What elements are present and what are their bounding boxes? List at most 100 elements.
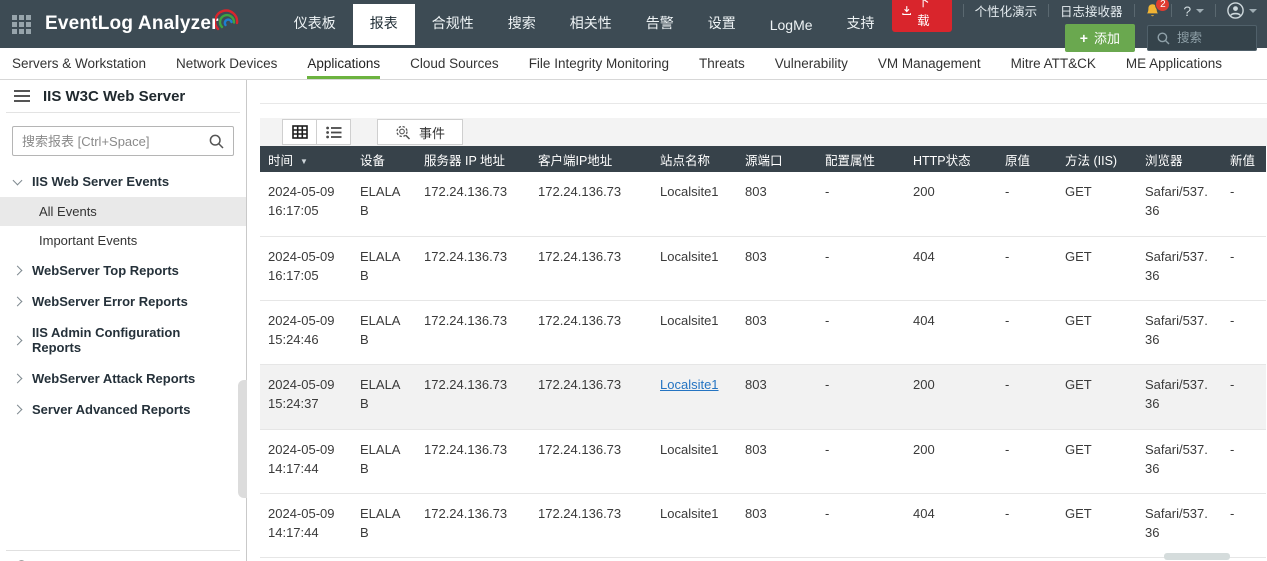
table-row[interactable]: 2024-05-09 16:17:05 ELALAB 172.24.136.73… [260,172,1266,236]
cell-port: 803 [737,301,817,365]
add-button[interactable]: + 添加 [1065,24,1135,52]
global-search-box[interactable] [1147,25,1257,51]
table-row[interactable]: 2024-05-09 16:17:05 ELALAB 172.24.136.73… [260,236,1266,300]
cell-method: GET [1057,429,1137,493]
category-threats[interactable]: Threats [699,48,745,79]
column-old-value[interactable]: 原值 [997,146,1057,172]
app-logo[interactable]: EventLog Analyzer [45,13,239,35]
tree-item-server-advanced-reports[interactable]: Server Advanced Reports [0,394,246,425]
table-view-icon [292,125,308,139]
category-network-devices[interactable]: Network Devices [176,48,277,79]
events-button[interactable]: 事件 [377,119,463,145]
chevron-down-icon [1196,9,1204,13]
nav-settings[interactable]: 设置 [691,4,753,45]
user-menu[interactable] [1227,2,1257,19]
table-row[interactable]: 2024-05-09 15:24:46 ELALAB 172.24.136.73… [260,301,1266,365]
column-source-port[interactable]: 源端口 [737,146,817,172]
nav-correlation[interactable]: 相关性 [553,4,629,45]
tree-item-iis-web-server-events[interactable]: IIS Web Server Events [0,166,246,197]
table-view-button[interactable] [282,119,317,145]
nav-logme[interactable]: LogMe [753,8,830,45]
download-button[interactable]: 下载 [892,0,952,32]
cell-time: 2024-05-09 15:24:46 [260,301,352,365]
download-icon [902,5,912,16]
hamburger-menu-icon[interactable] [14,90,30,102]
nav-dashboard[interactable]: 仪表板 [277,4,353,45]
cell-method: GET [1057,172,1137,236]
column-client-ip[interactable]: 客户端IP地址 [530,146,652,172]
personalized-demo-link[interactable]: 个性化演示 [975,1,1038,20]
category-vulnerability[interactable]: Vulnerability [775,48,848,79]
cell-http-status: 404 [905,301,997,365]
table-header: 时间▼ 设备 服务器 IP 地址 客户端IP地址 站点名称 源端口 配置属性 H… [260,146,1266,172]
tree-item-label: WebServer Top Reports [32,263,179,278]
notifications-button[interactable]: 2 [1145,3,1160,19]
column-config-attribute[interactable]: 配置属性 [817,146,905,172]
column-browser[interactable]: 浏览器 [1137,146,1222,172]
table-row[interactable]: 2024-05-09 14:17:44 ELALAB 172.24.136.73… [260,493,1266,557]
column-time[interactable]: 时间▼ [260,146,352,172]
tree-item-label: IIS Web Server Events [32,174,169,189]
nav-alerts[interactable]: 告警 [629,4,691,45]
list-view-button[interactable] [316,119,351,145]
category-vm-management[interactable]: VM Management [878,48,981,79]
nav-support[interactable]: 支持 [830,4,892,45]
column-device[interactable]: 设备 [352,146,416,172]
site-link[interactable]: Localsite1 [660,377,719,392]
scheduled-reports-link[interactable]: Scheduled Reports [0,551,246,561]
nav-reports[interactable]: 报表 [353,4,415,45]
column-server-ip[interactable]: 服务器 IP 地址 [416,146,530,172]
tree-item-webserver-error-reports[interactable]: WebServer Error Reports [0,286,246,317]
category-applications[interactable]: Applications [307,48,380,79]
report-search-input[interactable] [22,134,203,149]
app-grid-icon[interactable] [12,15,31,34]
chevron-right-icon [13,405,23,415]
tree-item-webserver-attack-reports[interactable]: WebServer Attack Reports [0,363,246,394]
cell-device: ELALAB [352,493,416,557]
nav-search[interactable]: 搜索 [491,4,553,45]
sort-desc-icon: ▼ [300,157,308,166]
table-row-highlighted[interactable]: 2024-05-09 15:24:37 ELALAB 172.24.136.73… [260,365,1266,429]
tree-item-important-events[interactable]: Important Events [0,226,246,255]
log-receiver-link[interactable]: 日志接收器 [1060,1,1123,20]
sidebar-header: IIS W3C Web Server [6,80,240,113]
global-search-input[interactable] [1177,31,1247,45]
cell-browser: Safari/537.36 [1137,493,1222,557]
cell-server-ip: 172.24.136.73 [416,365,530,429]
chevron-right-icon [13,374,23,384]
logo-swoosh-icon [215,4,239,32]
cell-browser: Safari/537.36 [1137,429,1222,493]
cell-time: 2024-05-09 16:17:05 [260,236,352,300]
tree-item-iis-admin-configuration-reports[interactable]: IIS Admin Configuration Reports [0,317,246,363]
more-categories-button[interactable] [1252,61,1267,66]
chevron-down-icon [13,175,23,185]
chevron-right-icon [13,266,23,276]
column-http-status[interactable]: HTTP状态 [905,146,997,172]
list-view-icon [326,126,342,139]
main-content: 事件 时间▼ 设备 服务器 IP 地址 客户端IP地址 站点名称 [247,80,1267,561]
nav-compliance[interactable]: 合规性 [415,4,491,45]
report-toolbar: 事件 [260,118,1267,146]
divider [963,4,964,17]
category-mitre-attck[interactable]: Mitre ATT&CK [1011,48,1096,79]
category-servers-workstation[interactable]: Servers & Workstation [12,48,146,79]
eventlog-analyzer-app: EventLog Analyzer 仪表板 报表 合规性 搜索 相关性 告警 设… [0,0,1267,561]
cell-browser: Safari/537.36 [1137,172,1222,236]
tree-item-webserver-top-reports[interactable]: WebServer Top Reports [0,255,246,286]
spacer [260,104,1267,118]
cell-time: 2024-05-09 14:17:44 [260,493,352,557]
category-me-applications[interactable]: ME Applications [1126,48,1222,79]
category-file-integrity[interactable]: File Integrity Monitoring [529,48,669,79]
tree-item-all-events[interactable]: All Events [0,197,246,226]
column-site-name[interactable]: 站点名称 [652,146,737,172]
column-method-iis[interactable]: 方法 (IIS) [1057,146,1137,172]
help-menu[interactable]: ? [1183,3,1204,19]
column-new-value[interactable]: 新值 [1222,146,1266,172]
cell-device: ELALAB [352,172,416,236]
category-cloud-sources[interactable]: Cloud Sources [410,48,499,79]
cell-http-status: 200 [905,172,997,236]
table-row[interactable]: 2024-05-09 14:17:44 ELALAB 172.24.136.73… [260,429,1266,493]
sidebar-collapse-handle[interactable] [238,380,247,498]
report-search-box[interactable] [12,126,234,156]
horizontal-scrollbar-thumb[interactable] [1164,553,1230,560]
